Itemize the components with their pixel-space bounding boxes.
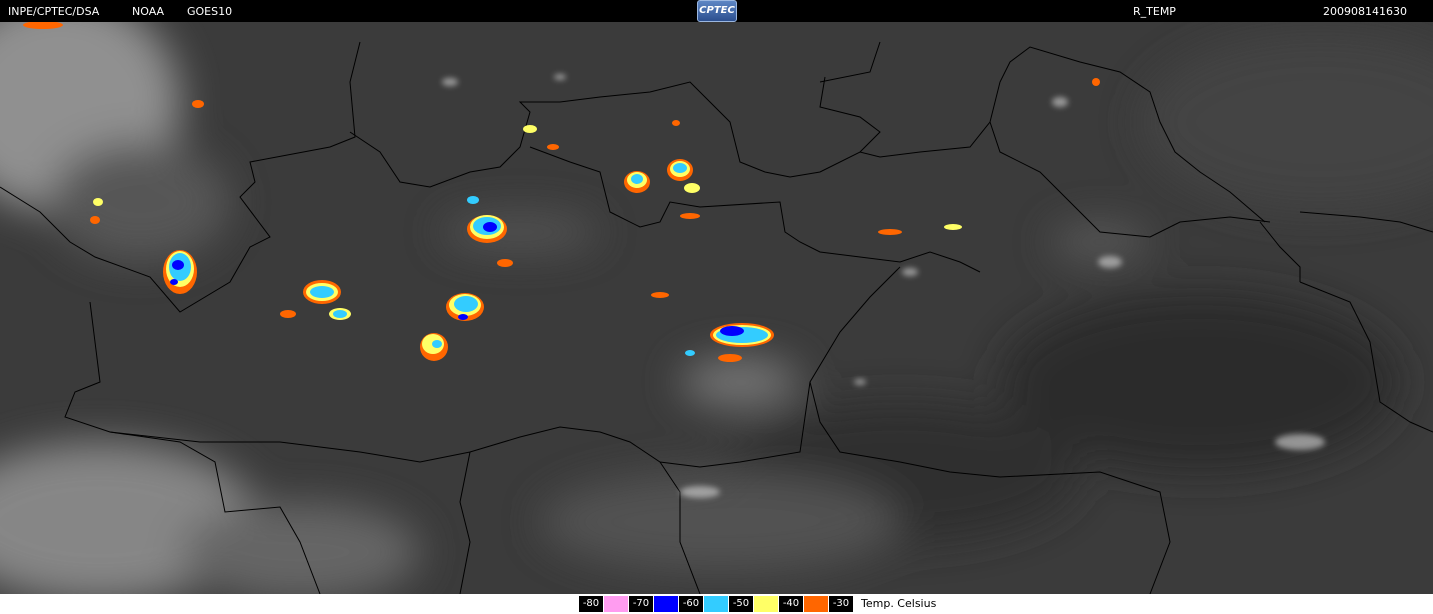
agency-label: NOAA — [132, 5, 165, 18]
storm-cell — [420, 333, 448, 361]
satellite-map — [0, 22, 1433, 594]
legend-value: -80 — [579, 596, 603, 612]
datetime-label: 200908141630 — [1323, 5, 1407, 18]
header-bar: INPE/CPTEC/DSA NOAA GOES10 CPTEC R_TEMP … — [0, 0, 1433, 22]
cptec-logo: CPTEC — [697, 0, 737, 22]
logo-text: CPTEC — [699, 5, 735, 16]
product-label: R_TEMP — [1133, 5, 1176, 18]
legend-swatch — [704, 596, 728, 612]
legend-value: -40 — [779, 596, 803, 612]
storm-cell — [163, 250, 197, 294]
storm-cell — [446, 293, 484, 321]
legend-swatch — [804, 596, 828, 612]
legend-value: -70 — [629, 596, 653, 612]
legend-swatch — [604, 596, 628, 612]
legend-value: -30 — [829, 596, 853, 612]
legend-swatch — [654, 596, 678, 612]
legend-value: -60 — [679, 596, 703, 612]
legend-value: -50 — [729, 596, 753, 612]
storm-cell — [303, 280, 341, 304]
legend-swatch — [754, 596, 778, 612]
source-label: INPE/CPTEC/DSA — [8, 5, 100, 18]
legend: -80 -70 -60 -50 -40 -30 Temp. Celsius — [0, 594, 1433, 614]
satellite-label: GOES10 — [187, 5, 233, 18]
legend-title: Temp. Celsius — [861, 597, 937, 610]
